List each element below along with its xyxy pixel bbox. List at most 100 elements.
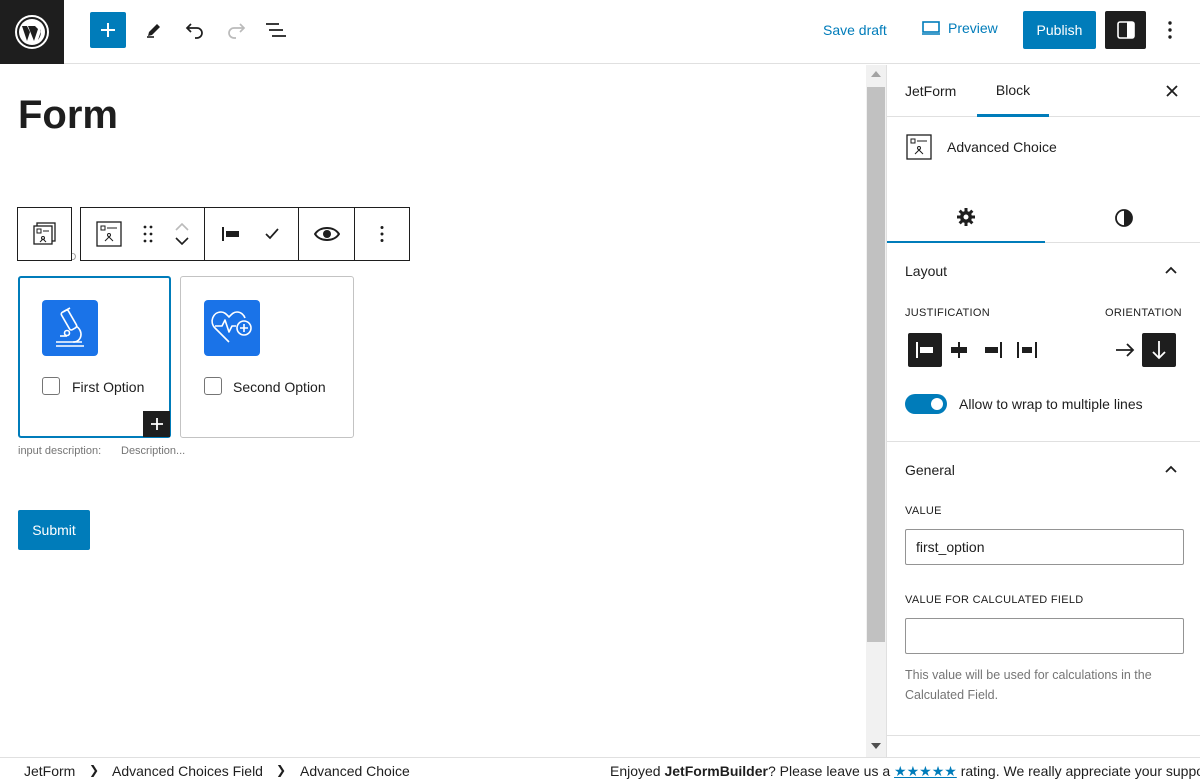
document-overview-button[interactable]: [258, 12, 294, 48]
block-inspector-tabs: [887, 193, 1200, 243]
alignment-group: [205, 208, 299, 260]
arrow-down-icon: [1152, 341, 1166, 360]
settings-toggle-button[interactable]: [1105, 11, 1146, 49]
block-toolbar: [80, 207, 410, 261]
save-draft-button[interactable]: Save draft: [823, 22, 887, 38]
options-menu-button[interactable]: [1158, 16, 1182, 44]
undo-button[interactable]: [177, 12, 213, 48]
toggle-knob: [931, 398, 943, 410]
check-icon: [265, 228, 279, 240]
input-description-label: input description:: [18, 445, 102, 457]
calc-value-input[interactable]: [905, 618, 1184, 654]
close-icon: [1166, 85, 1178, 97]
drag-handle[interactable]: [137, 208, 161, 260]
visibility-group: [299, 208, 355, 260]
choice-option-second[interactable]: Second Option: [180, 276, 354, 438]
preview-button[interactable]: Preview: [921, 20, 998, 36]
justify-space-between-icon: [1017, 342, 1037, 358]
gear-icon: [957, 208, 975, 226]
sidebar-tabs: JetForm Block: [887, 65, 1200, 117]
block-inserter-button[interactable]: [90, 12, 126, 48]
editor-header: Save draft Preview Publish: [0, 0, 1200, 64]
justify-left-button[interactable]: [908, 333, 942, 367]
wrap-toggle-label: Allow to wrap to multiple lines: [959, 396, 1143, 412]
review-prefix: Enjoyed: [610, 763, 665, 779]
review-brand: JetFormBuilder: [664, 763, 768, 779]
review-mid: ? Please leave us a: [767, 763, 895, 779]
justification-label: JUSTIFICATION: [905, 307, 990, 319]
option-label: First Option: [72, 379, 145, 395]
canvas-scrollbar[interactable]: [866, 65, 886, 757]
checkbox[interactable]: [204, 377, 222, 395]
scroll-down-arrow[interactable]: [871, 743, 881, 749]
checkbox[interactable]: [42, 377, 60, 395]
checked-toggle-button[interactable]: [257, 208, 287, 260]
advanced-choice-icon: [905, 133, 933, 161]
panel-divider: [887, 441, 1200, 442]
layout-panel-toggle[interactable]: Layout: [905, 263, 947, 279]
plus-icon: [150, 418, 163, 430]
chevron-up-icon[interactable]: [1163, 262, 1179, 278]
redo-button[interactable]: [218, 12, 254, 48]
justify-left-button[interactable]: [205, 208, 257, 260]
page-title[interactable]: Form: [18, 93, 118, 138]
breadcrumb-item[interactable]: JetForm: [24, 763, 75, 779]
publish-button[interactable]: Publish: [1023, 11, 1096, 49]
wrap-toggle[interactable]: [905, 394, 947, 414]
tab-jetform[interactable]: JetForm: [905, 65, 956, 117]
preview-label: Preview: [948, 20, 998, 36]
value-input[interactable]: [905, 529, 1184, 565]
orientation-vertical-button[interactable]: [1142, 333, 1176, 367]
redo-icon: [228, 23, 246, 39]
undo-icon: [185, 23, 203, 39]
justify-space-between-button[interactable]: [1010, 333, 1044, 367]
submit-button[interactable]: Submit: [18, 510, 90, 550]
wordpress-logo[interactable]: [0, 0, 64, 64]
plus-icon: [101, 23, 115, 37]
breadcrumb-item[interactable]: Advanced Choices Field: [112, 763, 263, 779]
arrow-right-icon: [1116, 343, 1135, 357]
option-label: Second Option: [233, 379, 326, 395]
tools-button[interactable]: [136, 12, 172, 48]
chevron-right-icon: ❯: [89, 763, 100, 777]
tab-styles[interactable]: [1045, 193, 1200, 243]
input-description-field[interactable]: Description...: [121, 445, 185, 457]
visibility-button[interactable]: [299, 208, 354, 260]
advanced-choice-icon: [96, 221, 122, 247]
chevron-up-icon[interactable]: [1163, 461, 1179, 477]
breadcrumb-footer: JetForm ❯ Advanced Choices Field ❯ Advan…: [0, 757, 1200, 780]
block-options-button[interactable]: [355, 208, 409, 260]
more-vertical-icon: [380, 226, 384, 242]
sidebar-icon: [1116, 21, 1135, 39]
more-vertical-icon: [1168, 21, 1172, 39]
heart-plus-icon: [204, 300, 260, 356]
justify-center-icon: [951, 342, 967, 358]
breadcrumb-item[interactable]: Advanced Choice: [300, 763, 410, 779]
add-block-button[interactable]: [143, 411, 170, 437]
chevron-up-icon[interactable]: [175, 223, 189, 231]
pencil-icon: [147, 24, 160, 38]
desktop-icon: [922, 21, 940, 35]
justify-left-icon: [916, 342, 933, 358]
block-type-button[interactable]: [81, 208, 137, 260]
calc-value-label: VALUE FOR CALCULATED FIELD: [905, 594, 1084, 606]
scroll-thumb[interactable]: [867, 87, 885, 642]
value-label: VALUE: [905, 505, 942, 517]
half-circle-icon: [1115, 209, 1133, 227]
chevron-down-icon[interactable]: [175, 237, 189, 245]
select-parent-block-button[interactable]: [17, 207, 72, 261]
chevron-right-icon: ❯: [276, 763, 287, 777]
tab-block[interactable]: Block: [977, 65, 1049, 117]
justify-left-icon: [222, 227, 239, 241]
scroll-up-arrow[interactable]: [871, 71, 881, 77]
review-suffix: rating. We really appreciate your suppor…: [956, 763, 1200, 779]
justify-right-icon: [985, 342, 1002, 358]
general-panel-toggle[interactable]: General: [905, 462, 955, 478]
block-card-title: Advanced Choice: [947, 139, 1057, 155]
orientation-horizontal-button[interactable]: [1108, 333, 1142, 367]
tab-settings[interactable]: [887, 193, 1045, 243]
justify-center-button[interactable]: [942, 333, 976, 367]
justify-right-button[interactable]: [976, 333, 1010, 367]
close-sidebar-button[interactable]: [1160, 79, 1184, 103]
rating-stars-link[interactable]: ★★★★★: [894, 763, 957, 779]
